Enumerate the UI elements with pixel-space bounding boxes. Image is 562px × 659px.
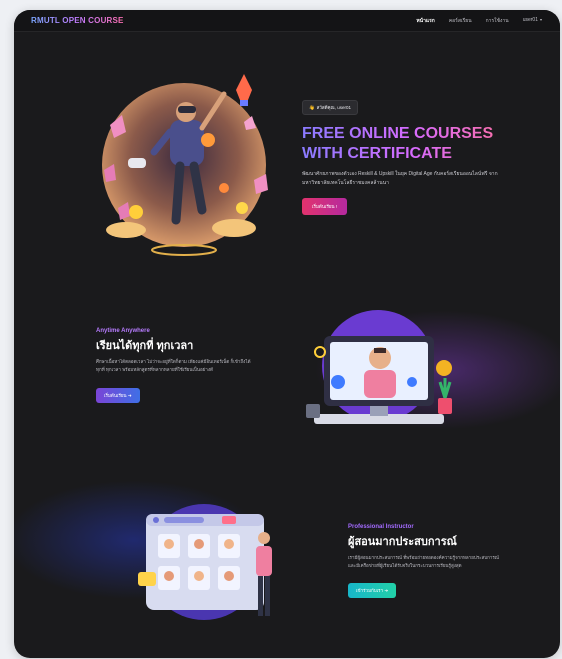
welcome-badge: 👋 สวัสดีคุณ, user01 (302, 100, 358, 115)
mug-icon (306, 404, 320, 418)
instructor-illustration (138, 504, 272, 620)
wave-icon: 👋 (309, 105, 315, 110)
top-navbar: RMUTL OPEN COURSE หน้าแรก คอร์สเรียน การ… (14, 10, 560, 32)
search-icon (314, 346, 326, 358)
anytime-start-button[interactable]: เริ่มต้นเรียน ➜ (96, 388, 140, 403)
instructor-description: เรามีผู้สอนมากประสบการณ์ ที่พร้อมถ่ายทอด… (348, 555, 499, 568)
gear-icon (436, 360, 452, 376)
welcome-text: สวัสดีคุณ, user01 (316, 105, 351, 110)
user-name: user01 (522, 17, 538, 23)
anytime-section-text: Anytime Anywhere เรียนได้ทุกที่ ทุกเวลา … (96, 328, 266, 403)
nav-links: หน้าแรก คอร์สเรียน การใช้งาน user01 ▾ (416, 17, 542, 25)
hero-description: พัฒนาศักยภาพของตัวเอง Reskill & Upskill … (302, 171, 498, 186)
plant-icon (438, 378, 452, 414)
hero-text-block: 👋 สวัสดีคุณ, user01 FREE ONLINE COURSES W… (302, 96, 522, 215)
join-us-button[interactable]: เข้าร่วมกับเรา ➜ (348, 583, 397, 598)
instructor-section-text: Professional Instructor ผู้สอนมากประสบกา… (348, 524, 528, 598)
app-window: RMUTL OPEN COURSE หน้าแรก คอร์สเรียน การ… (14, 10, 560, 658)
start-learning-button[interactable]: เริ่มต้นเรียน ! (302, 198, 348, 215)
hero-title-line1: FREE ONLINE COURSES (302, 125, 494, 142)
rocket-icon (236, 74, 252, 106)
chevron-down-icon: ▾ (539, 17, 542, 22)
nav-link-usage[interactable]: การใช้งาน (486, 17, 509, 25)
hero-title-line2: WITH CERTIFICATE (302, 145, 452, 162)
user-menu[interactable]: user01 ▾ (523, 17, 542, 25)
nav-link-home[interactable]: หน้าแรก (416, 17, 434, 25)
instructor-eyebrow: Professional Instructor (348, 524, 414, 530)
brand-logo[interactable]: RMUTL OPEN COURSE (31, 16, 124, 25)
hero-title: FREE ONLINE COURSES WITH CERTIFICATE (302, 124, 522, 164)
anytime-title: เรียนได้ทุกที่ ทุกเวลา (96, 340, 194, 352)
instructor-title: ผู้สอนมากประสบการณ์ (348, 536, 457, 548)
anytime-eyebrow: Anytime Anywhere (96, 328, 150, 334)
gamepad-icon (128, 158, 146, 168)
video-call-icon (331, 375, 345, 389)
anytime-description: ศึกษาเนื้อหาได้ตลอดเวลา ไม่ว่าจะอยู่ที่ใ… (96, 359, 251, 372)
video-call-illustration (306, 310, 452, 424)
hero-illustration (102, 74, 268, 256)
nav-link-courses[interactable]: คอร์สเรียน (449, 17, 472, 25)
